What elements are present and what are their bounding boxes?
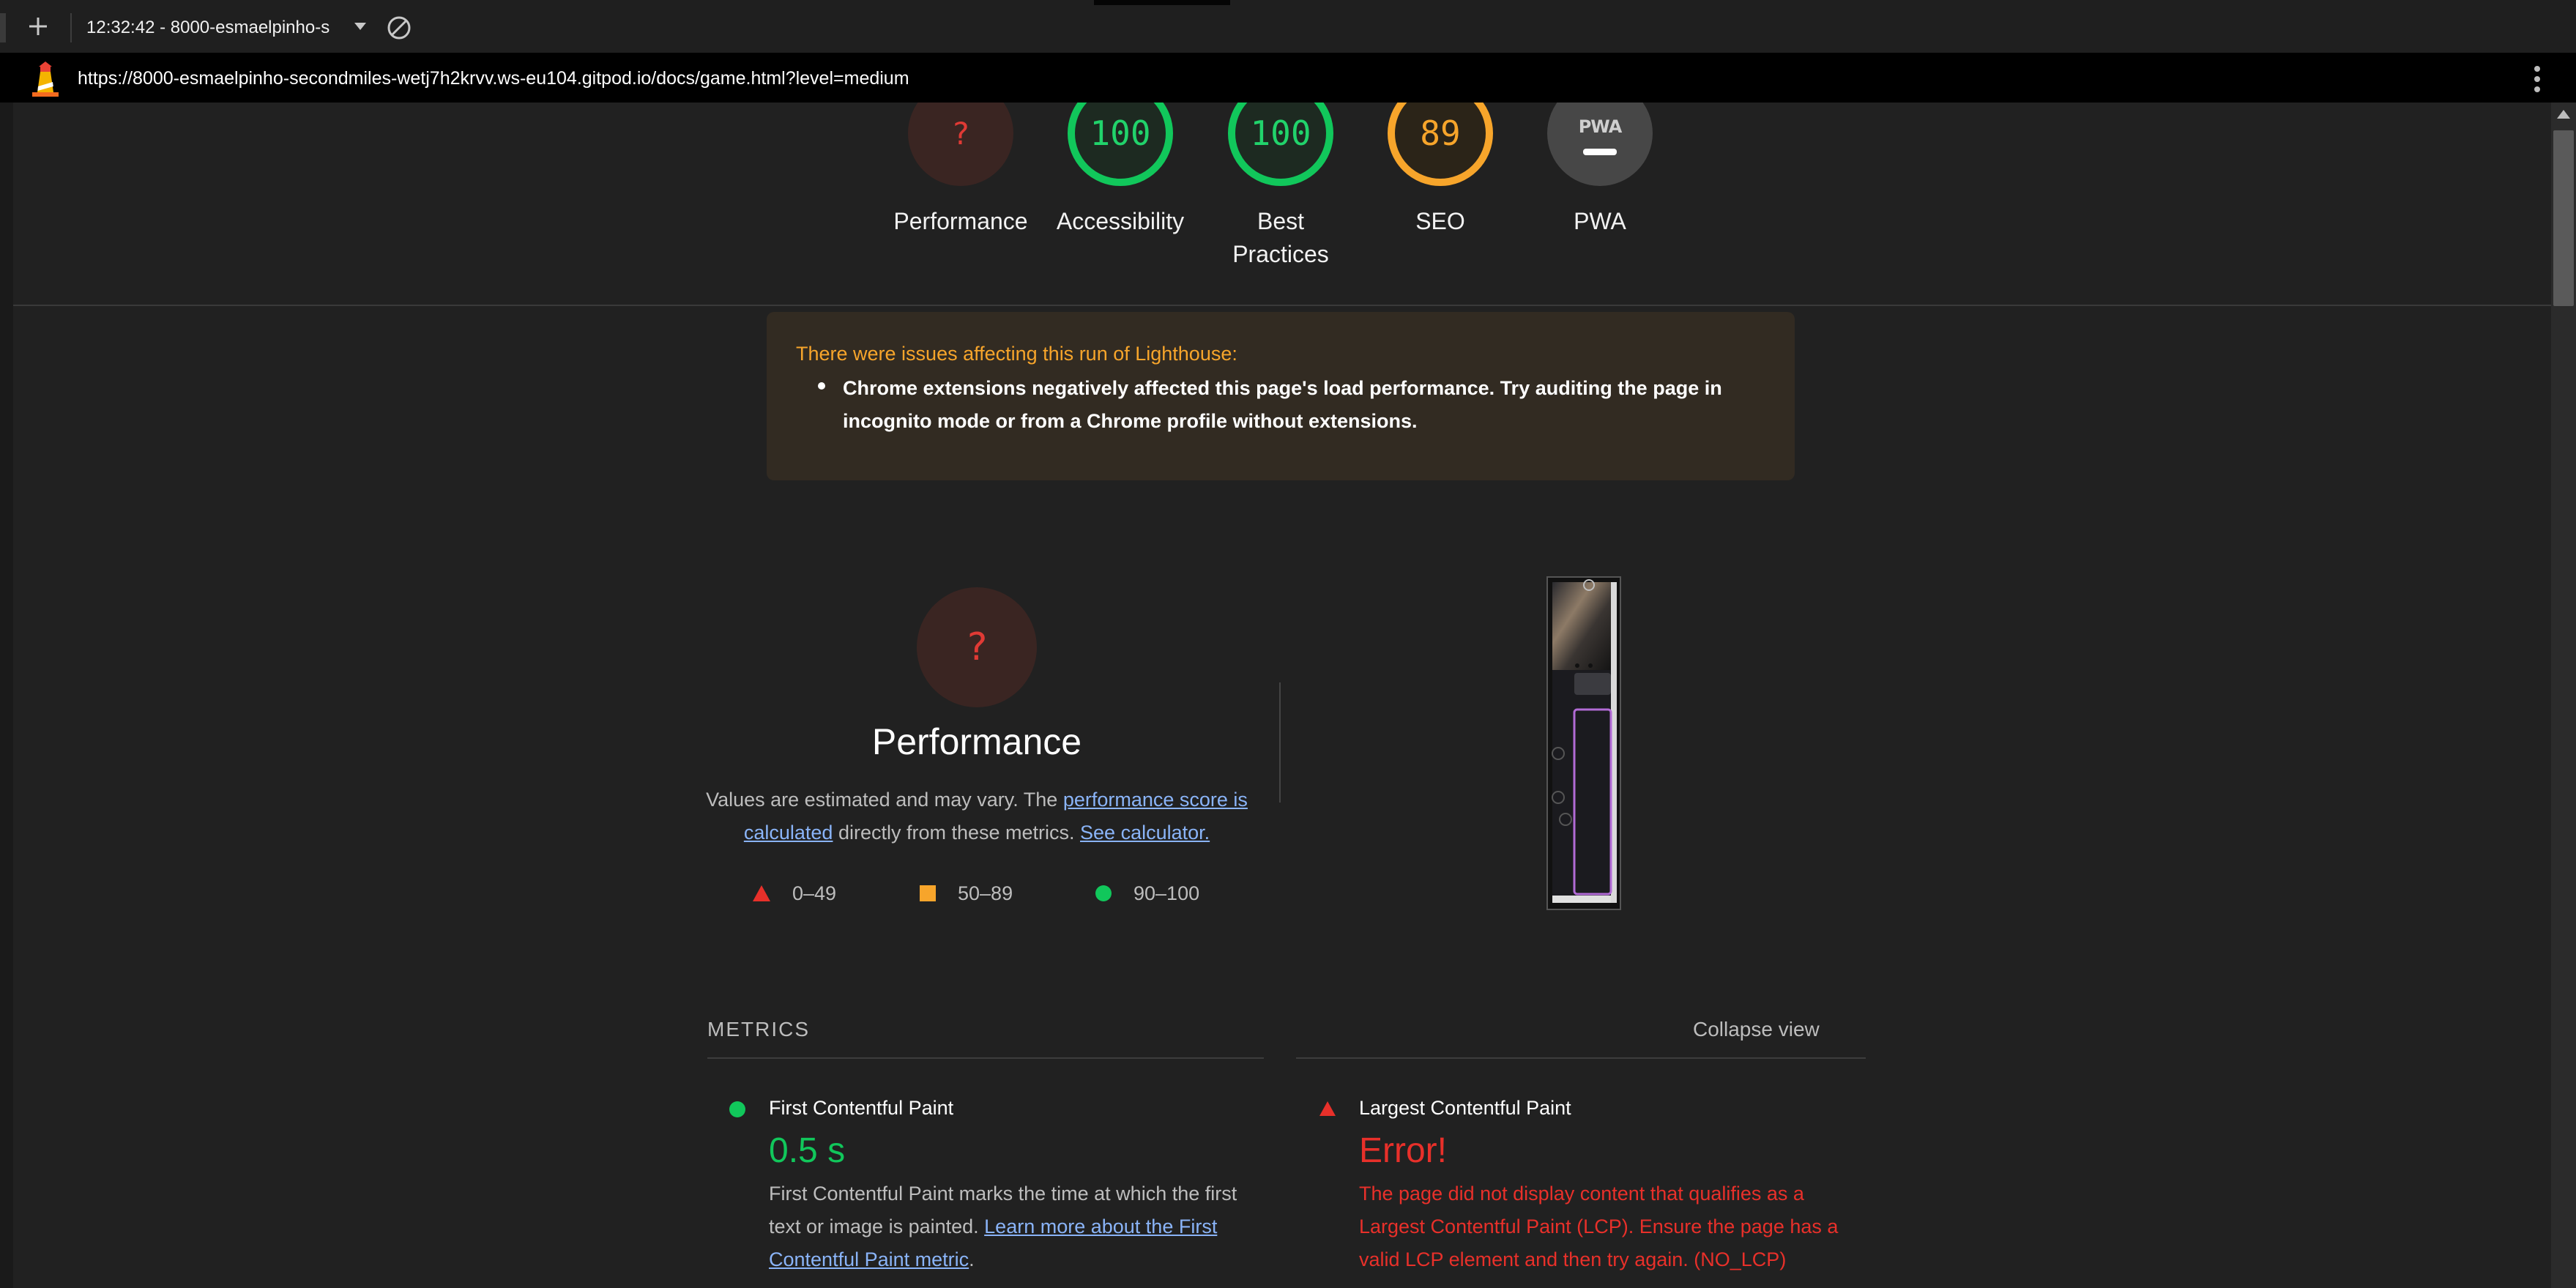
seo-gauge-score: 89 [1420, 113, 1461, 153]
pass-circle-icon [1095, 885, 1112, 901]
best-practices-gauge-label[interactable]: Best Practices [1193, 205, 1369, 271]
see-calculator-link[interactable]: See calculator. [1080, 822, 1210, 844]
toolbar-separator [70, 13, 72, 42]
best-practices-gauge[interactable]: 100 [1228, 103, 1333, 186]
fcp-description: First Contentful Paint marks the time at… [769, 1177, 1259, 1276]
metrics-divider-left [707, 1057, 1264, 1059]
report-selector-label[interactable]: 12:32:42 - 8000-esmaelpinho-s [86, 15, 353, 41]
section-vertical-divider [1279, 682, 1281, 803]
legend-pass-range: 90–100 [1133, 882, 1200, 904]
legend-pass: 90–100 [1095, 880, 1199, 907]
fail-triangle-icon [753, 885, 770, 901]
performance-gauge-label[interactable]: Performance [873, 205, 1049, 238]
active-tab-indicator [1094, 0, 1230, 5]
vertical-scrollbar[interactable] [2551, 103, 2576, 1288]
dropdown-arrow-icon[interactable] [353, 19, 368, 34]
best-practices-gauge-score: 100 [1250, 113, 1311, 153]
fcp-value: 0.5 s [769, 1131, 846, 1170]
left-gutter [0, 103, 13, 1288]
pwa-dash-icon [1583, 148, 1617, 155]
devtools-toolbar: 12:32:42 - 8000-esmaelpinho-s [0, 0, 2576, 57]
accessibility-gauge-label[interactable]: Accessibility [1032, 205, 1208, 238]
warning-title: There were issues affecting this run of … [796, 343, 1237, 365]
lcp-name: Largest Contentful Paint [1359, 1097, 1571, 1119]
new-tab-plus-icon[interactable] [22, 10, 54, 42]
best-practices-label-line2: Practices [1232, 241, 1329, 267]
more-menu-icon[interactable] [2526, 63, 2548, 95]
metrics-divider-right [1296, 1057, 1866, 1059]
legend-fail-range: 0–49 [792, 882, 837, 904]
legend-fail: 0–49 [753, 880, 836, 907]
perf-desc-middle: directly from these metrics. [833, 822, 1081, 844]
lcp-error-description: The page did not display content that qu… [1359, 1183, 1839, 1270]
average-square-icon [920, 885, 936, 901]
fail-triangle-icon [1319, 1101, 1336, 1116]
performance-gauge[interactable]: ? [908, 103, 1013, 186]
scrollbar-thumb[interactable] [2553, 130, 2574, 306]
runtime-warning-box: There were issues affecting this run of … [767, 312, 1795, 480]
report-url[interactable]: https://8000-esmaelpinho-secondmiles-wet… [78, 64, 2421, 92]
header-divider [13, 305, 2551, 306]
url-bar: https://8000-esmaelpinho-secondmiles-wet… [0, 53, 2576, 103]
metrics-header: METRICS [707, 1018, 810, 1041]
legend-average: 50–89 [920, 880, 1013, 907]
seo-gauge[interactable]: 89 [1388, 103, 1493, 186]
fcp-name: First Contentful Paint [769, 1097, 954, 1119]
pwa-gauge[interactable]: PWA [1547, 103, 1653, 186]
bullet-icon [818, 382, 825, 390]
collapse-view-toggle[interactable]: Collapse view [1693, 1018, 1820, 1041]
performance-gauge-score: ? [951, 115, 970, 152]
performance-score-gauge: ? [917, 587, 1037, 707]
report-viewport: ? Performance 100 Accessibility 100 Best… [13, 103, 2551, 1288]
lighthouse-icon [29, 60, 62, 98]
performance-description: Values are estimated and may vary. The p… [704, 783, 1249, 849]
lcp-value: Error! [1359, 1131, 1447, 1170]
toolbar-edge [0, 13, 6, 42]
clear-block-icon[interactable] [385, 14, 413, 42]
performance-score: ? [965, 625, 989, 669]
performance-title: Performance [871, 721, 1082, 762]
accessibility-gauge-score: 100 [1090, 113, 1151, 153]
warning-item: Chrome extensions negatively affected th… [843, 377, 1722, 432]
seo-gauge-label[interactable]: SEO [1352, 205, 1528, 238]
pwa-badge-text: PWA [1578, 116, 1623, 137]
final-screenshot-thumbnail[interactable] [1546, 576, 1621, 910]
perf-desc-before: Values are estimated and may vary. The [706, 789, 1063, 811]
fcp-desc-end: . [969, 1248, 975, 1270]
legend-average-range: 50–89 [958, 882, 1013, 904]
scroll-up-arrow-icon[interactable] [2557, 110, 2570, 119]
best-practices-label-line1: Best [1257, 208, 1305, 234]
accessibility-gauge[interactable]: 100 [1068, 103, 1173, 186]
pass-circle-icon [729, 1101, 745, 1117]
pwa-gauge-label[interactable]: PWA [1512, 205, 1688, 238]
